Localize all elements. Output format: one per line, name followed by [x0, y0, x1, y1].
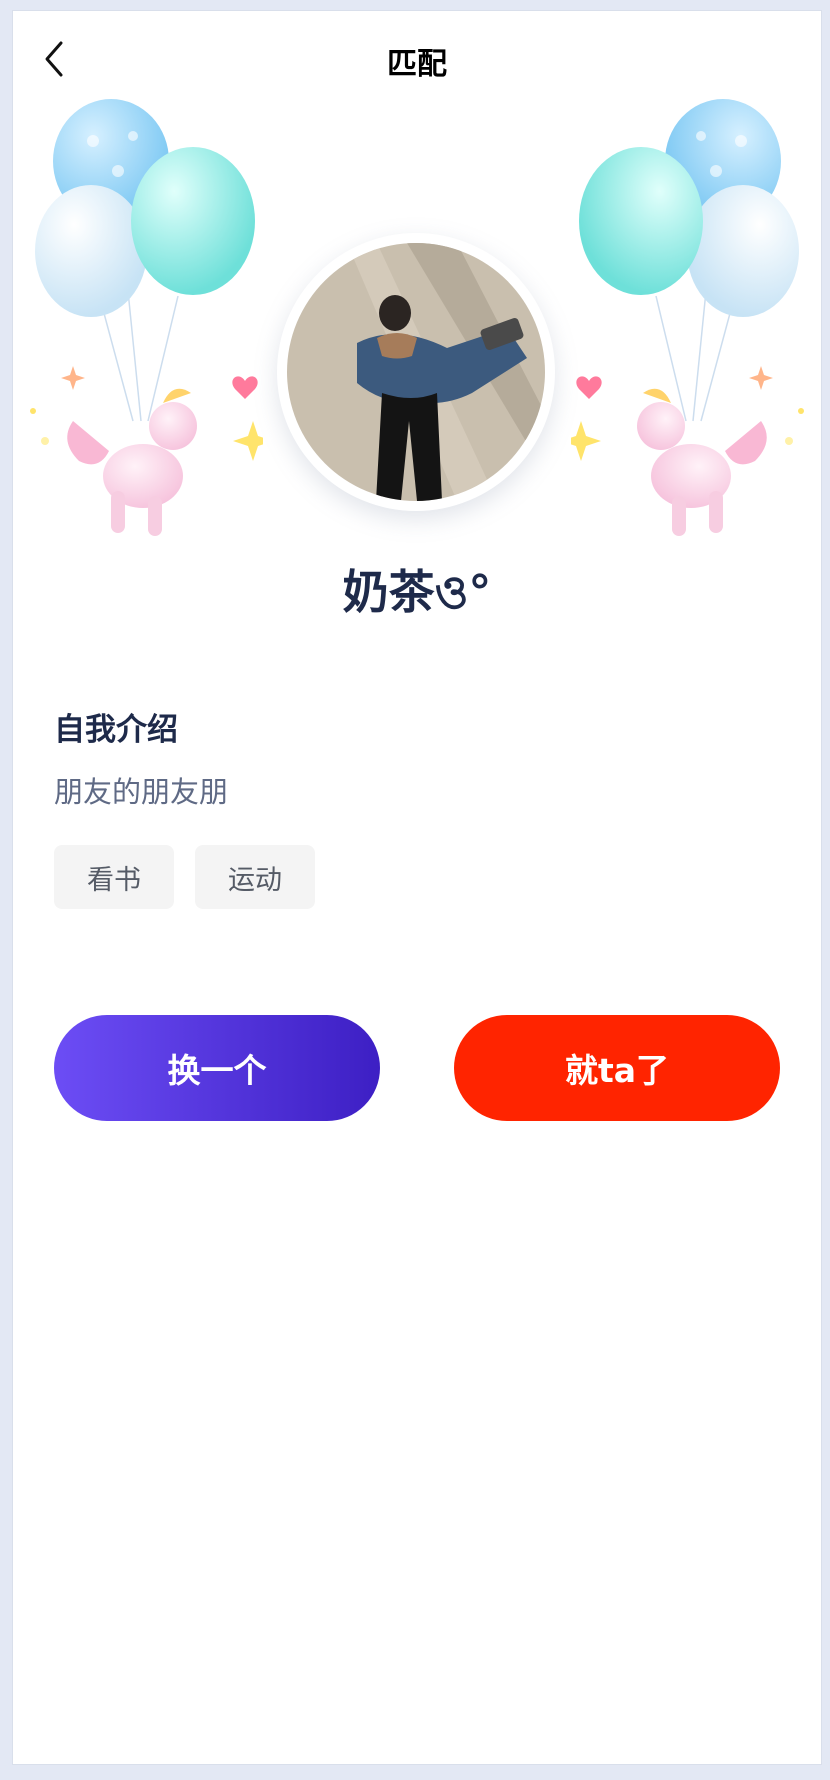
- page-title: 匹配: [387, 47, 447, 82]
- interest-tag: 运动: [195, 845, 315, 909]
- user-photo-avatar: [287, 243, 545, 501]
- interest-tag: 看书: [54, 845, 174, 909]
- app-frame: 匹配 奶茶ও° 自我介绍 朋友的朋友朋 看书 运动 换一个 就ta了: [12, 10, 822, 1765]
- choose-button[interactable]: 就ta了: [454, 1015, 780, 1121]
- intro-heading: 自我介绍: [54, 712, 178, 748]
- intro-text: 朋友的朋友朋: [54, 775, 229, 809]
- swap-button[interactable]: 换一个: [54, 1015, 380, 1121]
- avatar[interactable]: [287, 243, 545, 501]
- balloons-unicorn-decoration-left: [30, 99, 263, 536]
- interest-tags: 看书 运动: [54, 845, 315, 909]
- avatar-frame: [277, 233, 555, 511]
- balloons-unicorn-decoration-right: [571, 99, 804, 536]
- profile-nickname: 奶茶ও°: [342, 565, 492, 619]
